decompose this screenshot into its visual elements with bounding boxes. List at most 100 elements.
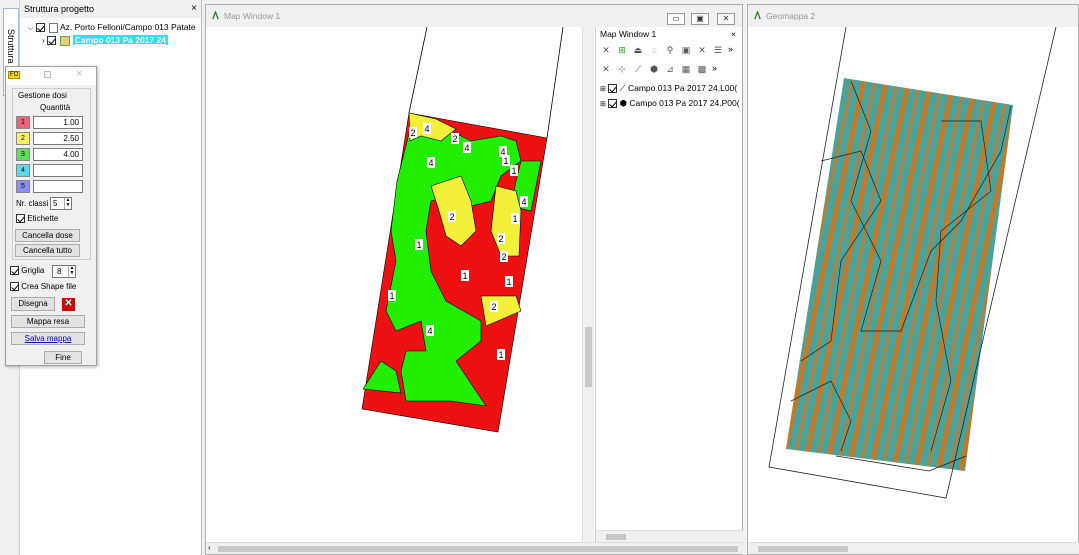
map-window-titlebar: Map Window 1 ▭ ▣ ✕ bbox=[206, 5, 742, 27]
prescription-map[interactable]: 42244 411241211124121 bbox=[206, 27, 581, 542]
tree-item-farm[interactable]: ⌵ Az. Porto Felloni/Campo 013 Patate bbox=[28, 21, 196, 34]
zone-label: 1 bbox=[416, 240, 421, 250]
disegna-button[interactable]: Disegna bbox=[11, 297, 55, 311]
salva-mappa-link[interactable]: Salva mappa bbox=[11, 332, 85, 345]
grid-tool-icon[interactable]: ▦ bbox=[680, 64, 692, 74]
legend-title: Map Window 1 bbox=[600, 29, 657, 39]
class-quantity-input[interactable]: 2.50 bbox=[33, 132, 83, 145]
minimize-button[interactable]: ▭ bbox=[667, 13, 685, 25]
legend-panel: Map Window 1 × ✕ ⊞ ⏏ ◌ ⚲ ▣ ✕ ☰ » ✕ ⊹ ⟋ ⬢ ⊿ ▦ ▩ » ⊞ ⟋ Ca… bbox=[595, 27, 743, 542]
scroll-thumb[interactable] bbox=[758, 546, 848, 552]
zone-label: 2 bbox=[501, 252, 506, 262]
layer-visibility-checkbox[interactable] bbox=[608, 84, 618, 94]
project-panel-close-icon[interactable]: × bbox=[191, 0, 197, 18]
class-swatch[interactable]: 1 bbox=[16, 116, 30, 129]
map-vertical-scrollbar[interactable] bbox=[582, 27, 594, 542]
tree-item-field[interactable]: › Campo 013 Pa 2017 24 bbox=[42, 34, 168, 47]
point-tool-icon[interactable]: ⊹ bbox=[616, 64, 628, 74]
zone-label: 1 bbox=[511, 166, 516, 176]
layer-name: Campo 013 Pa 2017 24.L00( bbox=[627, 83, 738, 93]
spin-arrows-icon[interactable]: ▲ ▼ bbox=[64, 198, 71, 209]
layer-visibility-checkbox[interactable] bbox=[608, 99, 618, 109]
more-icon[interactable]: » bbox=[712, 63, 717, 73]
pin-icon[interactable]: ⚲ bbox=[664, 45, 676, 55]
fine-button[interactable]: Fine bbox=[44, 351, 82, 364]
minimize-icon: ▭ bbox=[672, 14, 680, 23]
yield-map[interactable] bbox=[748, 27, 1079, 542]
class-swatch[interactable]: 4 bbox=[16, 164, 30, 177]
group-icon[interactable]: ▣ bbox=[680, 45, 692, 55]
legend-horizontal-scrollbar[interactable] bbox=[596, 530, 743, 542]
maximize-button[interactable]: ▣ bbox=[691, 13, 709, 25]
scroll-thumb[interactable] bbox=[218, 546, 738, 552]
layer-row-lines[interactable]: ⊞ ⟋ Campo 013 Pa 2017 24.L00( bbox=[600, 81, 737, 95]
legend-toolbar-2: ✕ ⊹ ⟋ ⬢ ⊿ ▦ ▩ » bbox=[600, 63, 717, 77]
crea-shape-label: Crea Shape file bbox=[21, 282, 77, 291]
zone-label: 1 bbox=[462, 271, 467, 281]
tree-checkbox[interactable] bbox=[47, 36, 57, 46]
vertex-tool-icon[interactable]: ⊿ bbox=[664, 64, 676, 74]
dose-dialog: FO × Gestione dosi Quantità Nr. classi 5… bbox=[5, 66, 97, 366]
spin-arrows-icon[interactable]: ▲ ▼ bbox=[68, 266, 75, 277]
add-layer-icon[interactable]: ⊞ bbox=[616, 45, 628, 55]
griglia-spinner[interactable]: 8 ▲ ▼ bbox=[52, 265, 76, 278]
zone-label: 2 bbox=[491, 302, 496, 312]
polygon-tool-icon[interactable]: ⬢ bbox=[648, 64, 660, 74]
griglia-checkbox[interactable] bbox=[10, 266, 19, 276]
nr-classi-label: Nr. classi bbox=[16, 199, 49, 208]
layer-row-polygons[interactable]: ⊞ ⬢ Campo 013 Pa 2017 24.P00( bbox=[600, 96, 740, 110]
zone-label: 1 bbox=[498, 350, 503, 360]
expand-icon[interactable]: ⊞ bbox=[600, 86, 606, 93]
line-tool-icon[interactable]: ⟋ bbox=[632, 64, 644, 74]
class-quantity-input[interactable] bbox=[33, 180, 83, 193]
cancella-dose-button[interactable]: Cancella dose bbox=[15, 229, 80, 242]
more-icon[interactable]: » bbox=[728, 44, 733, 54]
mappa-resa-button[interactable]: Mappa resa bbox=[11, 315, 85, 328]
field-boundary-line bbox=[408, 27, 428, 114]
close-small-icon[interactable]: ✕ bbox=[600, 45, 612, 55]
close-small-icon[interactable]: ✕ bbox=[600, 64, 612, 74]
class-quantity-input[interactable]: 4.00 bbox=[33, 148, 83, 161]
close-window-button[interactable]: ✕ bbox=[717, 13, 735, 25]
map-window-title: Map Window 1 bbox=[224, 11, 281, 21]
remove-layer-icon[interactable]: ⏏ bbox=[632, 45, 644, 55]
layers-icon[interactable]: ☰ bbox=[712, 45, 724, 55]
etichette-checkbox[interactable] bbox=[16, 214, 25, 224]
project-panel-title: Struttura progetto bbox=[24, 4, 95, 14]
dialog-close-icon[interactable]: × bbox=[76, 68, 82, 80]
delete-icon[interactable]: ✕ bbox=[696, 45, 708, 55]
geomap-horizontal-scrollbar[interactable] bbox=[748, 542, 1079, 554]
tree-checkbox[interactable] bbox=[35, 23, 45, 33]
raster-tool-icon[interactable]: ▩ bbox=[696, 64, 708, 74]
class-quantity-input[interactable]: 1.00 bbox=[33, 116, 83, 129]
dialog-app-icon: FO bbox=[8, 71, 21, 79]
geomap-titlebar: Geomappa 2 bbox=[748, 5, 1078, 27]
crea-shape-checkbox[interactable] bbox=[10, 282, 19, 292]
class-swatch[interactable]: 5 bbox=[16, 180, 30, 193]
yield-raster bbox=[786, 78, 1013, 471]
scroll-left-icon[interactable]: ‹ bbox=[208, 543, 211, 552]
class-quantity-input[interactable] bbox=[33, 164, 83, 177]
line-layer-icon: ⟋ bbox=[619, 83, 626, 93]
expand-icon[interactable]: ⊞ bbox=[600, 101, 606, 108]
griglia-row[interactable]: Griglia bbox=[10, 266, 44, 276]
nr-classi-spinner[interactable]: 5 ▲ ▼ bbox=[50, 197, 72, 210]
bulb-icon[interactable]: ◌ bbox=[648, 45, 660, 55]
zone-label: 2 bbox=[449, 212, 454, 222]
legend-close-icon[interactable]: × bbox=[731, 27, 736, 41]
scroll-thumb[interactable] bbox=[606, 534, 626, 540]
expand-icon[interactable]: › bbox=[42, 36, 45, 45]
etichette-checkbox-row[interactable]: Etichette bbox=[16, 214, 58, 224]
dialog-restore-icon[interactable] bbox=[44, 71, 51, 78]
collapse-icon[interactable]: ⌵ bbox=[28, 25, 33, 32]
cancella-tutto-button[interactable]: Cancella tutto bbox=[15, 244, 80, 257]
zone-label: 2 bbox=[452, 134, 457, 144]
window-bottom-scrollbar[interactable]: ‹ bbox=[206, 542, 744, 554]
zone-label: 4 bbox=[427, 326, 432, 336]
class-swatch[interactable]: 2 bbox=[16, 132, 30, 145]
crea-shape-row[interactable]: Crea Shape file bbox=[10, 282, 77, 292]
delete-red-icon[interactable]: ✕ bbox=[62, 298, 75, 311]
scroll-thumb[interactable] bbox=[585, 327, 592, 387]
maximize-icon: ▣ bbox=[696, 14, 704, 23]
class-swatch[interactable]: 3 bbox=[16, 148, 30, 161]
